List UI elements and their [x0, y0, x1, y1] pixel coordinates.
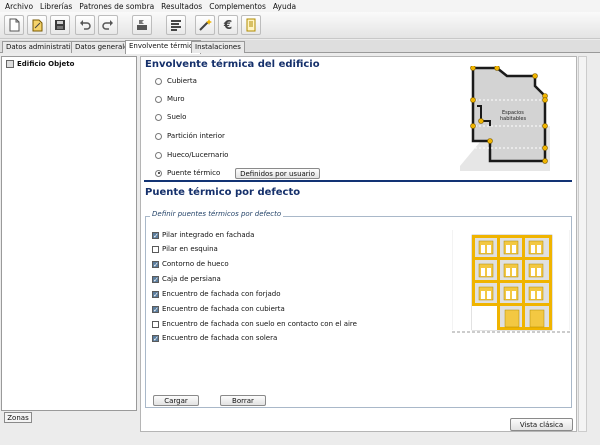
checkbox-indicator — [152, 231, 159, 241]
radio-indicator — [155, 77, 162, 85]
vertical-scrollbar[interactable] — [578, 56, 587, 432]
radio-indicator-selected — [155, 169, 162, 177]
radio-indicator — [155, 132, 162, 140]
new-file-icon[interactable] — [4, 15, 24, 35]
checkbox-pilar-esquina[interactable]: Pilar en esquina — [152, 245, 218, 253]
radio-indicator — [155, 113, 162, 121]
definidos-por-usuario-button[interactable]: Definidos por usuario — [235, 168, 320, 179]
sidebar-tree: Edificio Objeto — [1, 56, 137, 411]
radio-puente-termico[interactable]: Puente térmico — [155, 169, 220, 177]
checkbox-indicator — [152, 245, 159, 253]
building-flag-icon[interactable] — [132, 15, 152, 35]
checkbox-indicator — [152, 320, 159, 328]
radio-cubierta[interactable]: Cubierta — [155, 77, 197, 85]
save-icon[interactable] — [50, 15, 70, 35]
checkbox-fachada-solera[interactable]: Encuentro de fachada con solera — [152, 334, 277, 344]
radio-hueco-lucernario[interactable]: Hueco/Lucernario — [155, 151, 228, 159]
checkbox-indicator — [152, 305, 159, 315]
radio-muro[interactable]: Muro — [155, 95, 184, 103]
toolbar: € — [0, 12, 600, 39]
radio-indicator — [155, 151, 162, 159]
menu-ayuda[interactable]: Ayuda — [273, 2, 296, 11]
checkbox-pilar-integrado[interactable]: Pilar integrado en fachada — [152, 231, 254, 241]
cargar-button[interactable]: Cargar — [153, 395, 199, 406]
menu-archivo[interactable]: Archivo — [5, 2, 33, 11]
zonas-button[interactable]: Zonas — [4, 412, 32, 423]
checkbox-indicator — [152, 334, 159, 344]
undo-icon[interactable] — [75, 15, 95, 35]
radio-particion-interior[interactable]: Partición interior — [155, 132, 225, 140]
building-icon — [6, 60, 14, 68]
checkbox-fachada-suelo-aire[interactable]: Encuentro de fachada con suelo en contac… — [152, 320, 357, 328]
open-file-icon[interactable] — [27, 15, 47, 35]
group-label: Definir puentes térmicos por defecto — [150, 210, 284, 218]
vista-clasica-button[interactable]: Vista clásica — [510, 418, 573, 431]
borrar-button[interactable]: Borrar — [220, 395, 266, 406]
checkbox-fachada-cubierta[interactable]: Encuentro de fachada con cubierta — [152, 305, 285, 315]
checkbox-fachada-forjado[interactable]: Encuentro de fachada con forjado — [152, 290, 281, 300]
tab-bar: Datos administrativos Datos generales En… — [0, 40, 600, 54]
checkbox-indicator — [152, 290, 159, 300]
checkbox-contorno-hueco[interactable]: Contorno de hueco — [152, 260, 229, 270]
section-title-envolvente: Envolvente térmica del edificio — [145, 59, 320, 70]
radio-indicator — [155, 95, 162, 103]
building-section-diagram: Espacios habitables — [460, 66, 550, 171]
redo-icon[interactable] — [98, 15, 118, 35]
facade-diagram — [452, 230, 570, 338]
document-icon[interactable] — [241, 15, 261, 35]
menu-librerias[interactable]: Librerías — [40, 2, 72, 11]
tree-item-label: Edificio Objeto — [17, 60, 75, 68]
menu-resultados[interactable]: Resultados — [161, 2, 202, 11]
radio-suelo[interactable]: Suelo — [155, 113, 186, 121]
tab-envolvente-termica[interactable]: Envolvente térmica — [125, 40, 202, 54]
menu-bar: Archivo Librerías Patrones de sombra Res… — [0, 0, 600, 12]
menu-complementos[interactable]: Complementos — [209, 2, 266, 11]
checkbox-indicator — [152, 260, 159, 270]
diagram-label-line2: habitables — [500, 116, 526, 122]
section-divider — [144, 180, 572, 182]
tab-instalaciones[interactable]: Instalaciones — [191, 41, 245, 53]
magic-wand-icon[interactable] — [195, 15, 215, 35]
euro-icon[interactable]: € — [218, 15, 238, 35]
menu-patrones-de-sombra[interactable]: Patrones de sombra — [79, 2, 154, 11]
checkbox-indicator — [152, 275, 159, 285]
bar-chart-icon[interactable] — [166, 15, 186, 35]
section-title-puente: Puente térmico por defecto — [145, 187, 301, 198]
tree-item-edificio-objeto[interactable]: Edificio Objeto — [6, 60, 74, 68]
checkbox-caja-persiana[interactable]: Caja de persiana — [152, 275, 221, 285]
